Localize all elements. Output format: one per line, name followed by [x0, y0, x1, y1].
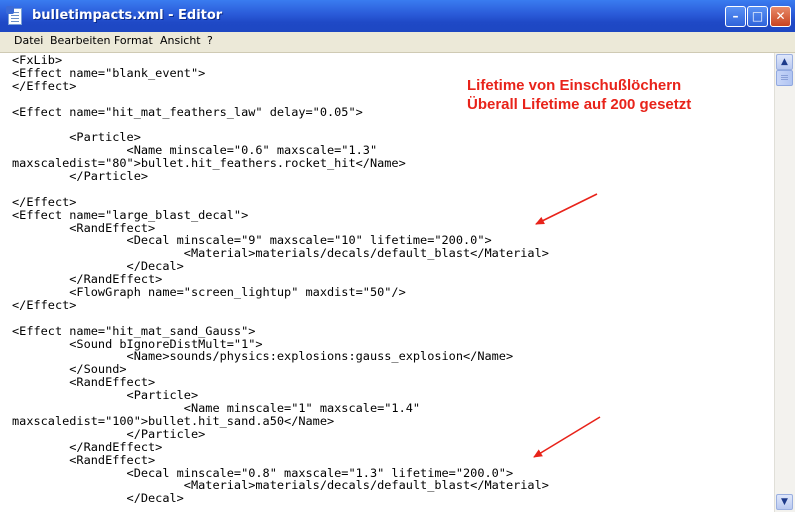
- menu-bearbeiten[interactable]: Bearbeiten: [50, 34, 110, 47]
- menu-format[interactable]: Format: [114, 34, 153, 47]
- vertical-scrollbar[interactable]: ▲ ▼: [774, 53, 795, 512]
- code-line: <Effect name="hit_mat_sand_Gauss">: [12, 323, 256, 338]
- code-line: </RandEffect>: [12, 439, 163, 454]
- code-line: </Effect>: [12, 297, 77, 312]
- close-button[interactable]: ✕: [770, 6, 791, 27]
- text-area[interactable]: <FxLib> <Effect name="blank_event"> </Effe…: [0, 53, 774, 512]
- annotation-line-2: Überall Lifetime auf 200 gesetzt: [467, 96, 692, 113]
- annotation-line-1: Lifetime von Einschußlöchern: [467, 77, 682, 94]
- notepad-icon[interactable]: [6, 6, 22, 25]
- code-line: <Name minscale="1" maxscale="1.4": [12, 401, 421, 416]
- menu-ansicht[interactable]: Ansicht: [160, 34, 201, 47]
- code-line: </Effect>: [12, 194, 77, 209]
- code-line: </Decal>: [12, 491, 184, 506]
- code-line: <FlowGraph name="screen_lightup" maxdist…: [12, 285, 406, 300]
- code-line: maxscaledist="100">bullet.hit_sand.a50</…: [12, 413, 335, 428]
- menu-datei[interactable]: Datei: [14, 34, 43, 47]
- menu-bar: Datei Bearbeiten Format Ansicht ?: [0, 32, 795, 53]
- code-line: <Effect name="large_blast_decal">: [12, 207, 249, 222]
- editor-window: bulletimpacts.xml - Editor – □ ✕ Datei B…: [0, 0, 795, 512]
- maximize-button[interactable]: □: [747, 6, 768, 27]
- code-line: </Particle>: [12, 169, 149, 184]
- code-line: <FxLib>: [12, 53, 63, 67]
- code-content: <FxLib> <Effect name="blank_event"> </Effe…: [12, 54, 549, 505]
- scroll-thumb[interactable]: [776, 70, 793, 86]
- window-title: bulletimpacts.xml - Editor: [32, 8, 223, 23]
- menu-help[interactable]: ?: [207, 34, 213, 47]
- code-line: <RandEffect>: [12, 452, 156, 467]
- scroll-up-arrow-icon[interactable]: ▲: [776, 54, 793, 70]
- scroll-down-arrow-icon[interactable]: ▼: [776, 494, 793, 510]
- title-bar[interactable]: bulletimpacts.xml - Editor – □ ✕: [0, 0, 795, 32]
- minimize-button[interactable]: –: [725, 6, 746, 27]
- code-line: </Particle>: [12, 426, 206, 441]
